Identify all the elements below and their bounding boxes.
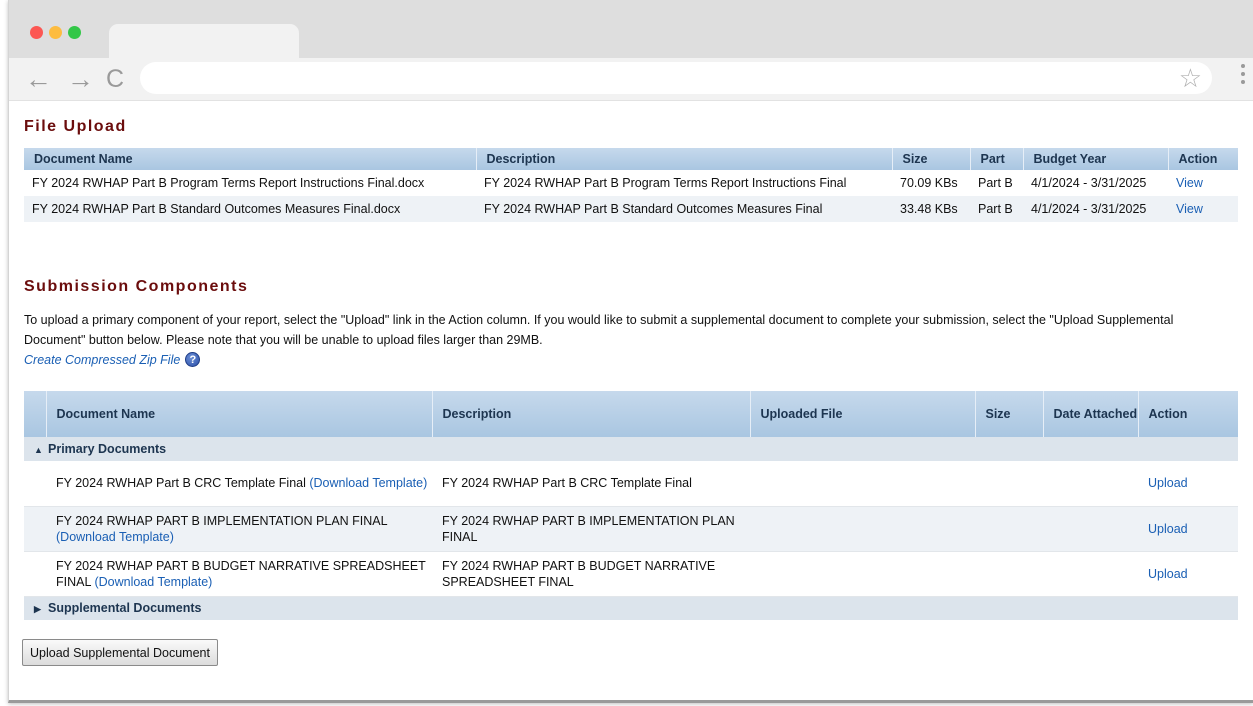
- date-attached: [1043, 506, 1138, 552]
- col-document-name: Document Name: [45, 391, 432, 437]
- col-budget-year: Budget Year: [1022, 148, 1168, 170]
- table-row: FY 2024 RWHAP PART B BUDGET NARRATIVE SP…: [24, 551, 1238, 597]
- primary-documents-group[interactable]: ▲ Primary Documents: [24, 437, 1238, 461]
- document-budget-year: 4/1/2024 - 3/31/2025: [1031, 176, 1147, 190]
- uploaded-file: [750, 551, 975, 597]
- document-budget-year: 4/1/2024 - 3/31/2025: [1023, 196, 1168, 222]
- expand-triangle-icon[interactable]: ▶: [34, 601, 48, 617]
- back-arrow-icon[interactable]: ←: [25, 64, 52, 94]
- reload-icon[interactable]: C: [106, 64, 124, 94]
- file-upload-table: Document Name Description Size Part Budg…: [24, 148, 1238, 222]
- supplemental-documents-group[interactable]: ▶ Supplemental Documents: [24, 596, 1238, 620]
- document-part: Part B: [978, 176, 1013, 190]
- document-name: FY 2024 RWHAP PART B IMPLEMENTATION PLAN…: [56, 513, 388, 528]
- menu-kebab-icon[interactable]: [1241, 64, 1247, 88]
- uploaded-file: [750, 461, 975, 507]
- col-description: Description: [431, 391, 750, 437]
- browser-tab[interactable]: [109, 24, 299, 60]
- col-date-attached: Date Attached: [1042, 391, 1138, 437]
- submission-components-table: Document Name Description Uploaded File …: [24, 391, 1238, 620]
- bookmark-star-icon[interactable]: ☆: [1179, 63, 1202, 93]
- document-name: FY 2024 RWHAP Part B Standard Outcomes M…: [24, 196, 476, 222]
- document-size: 70.09 KBs: [900, 176, 958, 190]
- document-description: FY 2024 RWHAP Part B CRC Template Final: [432, 461, 750, 507]
- table-row: FY 2024 RWHAP Part B Standard Outcomes M…: [24, 196, 1238, 222]
- forward-arrow-icon[interactable]: →: [67, 64, 94, 94]
- table-row: FY 2024 RWHAP Part B CRC Template Final …: [24, 461, 1238, 507]
- document-name: FY 2024 RWHAP Part B Program Terms Repor…: [32, 176, 425, 190]
- view-link[interactable]: View: [1176, 202, 1203, 216]
- create-zip-link-row: Create Compressed Zip File ?: [24, 352, 201, 367]
- download-template-link[interactable]: (Download Template): [94, 575, 212, 589]
- submission-instructions: To upload a primary component of your re…: [24, 313, 1174, 347]
- document-part: Part B: [970, 196, 1023, 222]
- col-size: Size: [974, 391, 1043, 437]
- browser-toolbar: ← → C ☆: [9, 58, 1253, 101]
- file-upload-title: File Upload: [24, 118, 127, 135]
- group-label: Supplemental Documents: [48, 600, 202, 615]
- document-description: FY 2024 RWHAP PART B IMPLEMENTATION PLAN…: [432, 506, 750, 552]
- upload-link[interactable]: Upload: [1148, 567, 1188, 581]
- date-attached: [1043, 551, 1138, 597]
- file-size: [975, 461, 1043, 507]
- uploaded-file: [750, 506, 975, 552]
- col-description: Description: [475, 148, 892, 170]
- upload-link[interactable]: Upload: [1148, 476, 1188, 490]
- table-row: FY 2024 RWHAP Part B Program Terms Repor…: [24, 170, 1238, 196]
- group-label: Primary Documents: [48, 441, 167, 456]
- download-template-link[interactable]: (Download Template): [56, 530, 174, 544]
- window-controls: [30, 26, 81, 39]
- date-attached: [1043, 461, 1138, 507]
- view-link[interactable]: View: [1176, 176, 1203, 190]
- help-icon[interactable]: ?: [185, 352, 201, 367]
- upload-supplemental-document-button[interactable]: Upload Supplemental Document: [22, 639, 218, 666]
- col-expander: [24, 391, 46, 437]
- maximize-window-icon[interactable]: [68, 26, 81, 39]
- file-size: [975, 551, 1043, 597]
- close-window-icon[interactable]: [30, 26, 43, 39]
- col-uploaded-file: Uploaded File: [749, 391, 975, 437]
- col-part: Part: [969, 148, 1023, 170]
- document-size: 33.48 KBs: [892, 196, 970, 222]
- col-size: Size: [891, 148, 970, 170]
- download-template-link[interactable]: (Download Template): [309, 476, 427, 490]
- address-bar[interactable]: ☆: [140, 62, 1212, 94]
- minimize-window-icon[interactable]: [49, 26, 62, 39]
- table-row: FY 2024 RWHAP PART B IMPLEMENTATION PLAN…: [24, 506, 1238, 552]
- col-document-name: Document Name: [24, 148, 476, 170]
- document-description: FY 2024 RWHAP Part B Program Terms Repor…: [484, 176, 847, 190]
- document-description: FY 2024 RWHAP Part B Standard Outcomes M…: [476, 196, 892, 222]
- document-description: FY 2024 RWHAP PART B BUDGET NARRATIVE SP…: [432, 551, 750, 597]
- col-action: Action: [1167, 148, 1238, 170]
- file-size: [975, 506, 1043, 552]
- page-content: File Upload Document Name Description Si…: [9, 102, 1253, 700]
- create-zip-link[interactable]: Create Compressed Zip File: [24, 353, 180, 367]
- submission-components-title: Submission Components: [24, 278, 249, 295]
- collapse-triangle-icon[interactable]: ▲: [34, 442, 48, 458]
- upload-link[interactable]: Upload: [1148, 522, 1188, 536]
- browser-titlebar: [9, 0, 1253, 60]
- col-action: Action: [1137, 391, 1238, 437]
- browser-window: ← → C ☆ File Upload Document Name Descri…: [8, 0, 1253, 703]
- document-name: FY 2024 RWHAP Part B CRC Template Final: [56, 476, 306, 491]
